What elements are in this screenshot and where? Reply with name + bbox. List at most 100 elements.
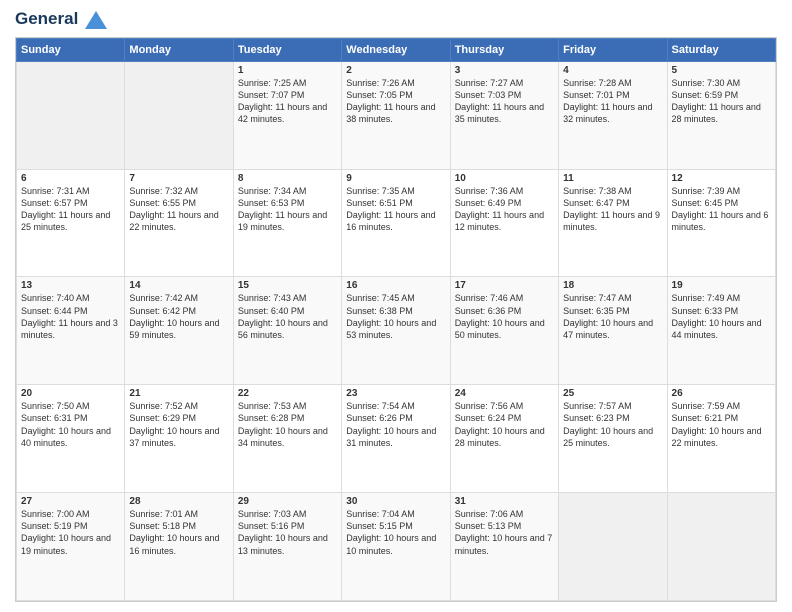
cell-content: Sunrise: 7:46 AMSunset: 6:36 PMDaylight:… xyxy=(455,292,554,341)
cell-content: Sunrise: 7:04 AMSunset: 5:15 PMDaylight:… xyxy=(346,508,445,557)
day-number: 17 xyxy=(455,280,554,291)
calendar-cell: 29Sunrise: 7:03 AMSunset: 5:16 PMDayligh… xyxy=(233,493,341,601)
cell-content: Sunrise: 7:49 AMSunset: 6:33 PMDaylight:… xyxy=(672,292,771,341)
calendar-cell: 10Sunrise: 7:36 AMSunset: 6:49 PMDayligh… xyxy=(450,169,558,277)
cell-content: Sunrise: 7:53 AMSunset: 6:28 PMDaylight:… xyxy=(238,400,337,449)
cell-content: Sunrise: 7:59 AMSunset: 6:21 PMDaylight:… xyxy=(672,400,771,449)
logo: General xyxy=(15,10,107,29)
calendar-cell: 26Sunrise: 7:59 AMSunset: 6:21 PMDayligh… xyxy=(667,385,775,493)
day-number: 2 xyxy=(346,65,445,76)
calendar-cell xyxy=(125,61,233,169)
cell-content: Sunrise: 7:50 AMSunset: 6:31 PMDaylight:… xyxy=(21,400,120,449)
day-number: 20 xyxy=(21,388,120,399)
calendar-cell: 24Sunrise: 7:56 AMSunset: 6:24 PMDayligh… xyxy=(450,385,558,493)
cell-content: Sunrise: 7:56 AMSunset: 6:24 PMDaylight:… xyxy=(455,400,554,449)
calendar-week-row: 13Sunrise: 7:40 AMSunset: 6:44 PMDayligh… xyxy=(17,277,776,385)
day-number: 10 xyxy=(455,173,554,184)
day-number: 30 xyxy=(346,496,445,507)
cell-content: Sunrise: 7:39 AMSunset: 6:45 PMDaylight:… xyxy=(672,185,771,234)
day-number: 28 xyxy=(129,496,228,507)
day-number: 12 xyxy=(672,173,771,184)
calendar-cell: 3Sunrise: 7:27 AMSunset: 7:03 PMDaylight… xyxy=(450,61,558,169)
calendar-cell: 19Sunrise: 7:49 AMSunset: 6:33 PMDayligh… xyxy=(667,277,775,385)
calendar-cell: 28Sunrise: 7:01 AMSunset: 5:18 PMDayligh… xyxy=(125,493,233,601)
cell-content: Sunrise: 7:27 AMSunset: 7:03 PMDaylight:… xyxy=(455,77,554,126)
col-thursday: Thursday xyxy=(450,38,558,61)
day-number: 9 xyxy=(346,173,445,184)
day-number: 29 xyxy=(238,496,337,507)
calendar-cell: 22Sunrise: 7:53 AMSunset: 6:28 PMDayligh… xyxy=(233,385,341,493)
day-number: 22 xyxy=(238,388,337,399)
calendar-cell: 11Sunrise: 7:38 AMSunset: 6:47 PMDayligh… xyxy=(559,169,667,277)
calendar-cell: 9Sunrise: 7:35 AMSunset: 6:51 PMDaylight… xyxy=(342,169,450,277)
cell-content: Sunrise: 7:38 AMSunset: 6:47 PMDaylight:… xyxy=(563,185,662,234)
cell-content: Sunrise: 7:54 AMSunset: 6:26 PMDaylight:… xyxy=(346,400,445,449)
day-number: 14 xyxy=(129,280,228,291)
calendar-cell: 7Sunrise: 7:32 AMSunset: 6:55 PMDaylight… xyxy=(125,169,233,277)
calendar-week-row: 1Sunrise: 7:25 AMSunset: 7:07 PMDaylight… xyxy=(17,61,776,169)
header: General xyxy=(15,10,777,29)
logo-general: General xyxy=(15,10,107,29)
cell-content: Sunrise: 7:31 AMSunset: 6:57 PMDaylight:… xyxy=(21,185,120,234)
cell-content: Sunrise: 7:00 AMSunset: 5:19 PMDaylight:… xyxy=(21,508,120,557)
day-number: 19 xyxy=(672,280,771,291)
calendar-cell xyxy=(17,61,125,169)
cell-content: Sunrise: 7:30 AMSunset: 6:59 PMDaylight:… xyxy=(672,77,771,126)
calendar-cell: 1Sunrise: 7:25 AMSunset: 7:07 PMDaylight… xyxy=(233,61,341,169)
col-saturday: Saturday xyxy=(667,38,775,61)
calendar-cell xyxy=(559,493,667,601)
day-number: 21 xyxy=(129,388,228,399)
calendar-cell: 25Sunrise: 7:57 AMSunset: 6:23 PMDayligh… xyxy=(559,385,667,493)
calendar-table: Sunday Monday Tuesday Wednesday Thursday… xyxy=(16,38,776,601)
cell-content: Sunrise: 7:47 AMSunset: 6:35 PMDaylight:… xyxy=(563,292,662,341)
calendar-cell: 31Sunrise: 7:06 AMSunset: 5:13 PMDayligh… xyxy=(450,493,558,601)
cell-content: Sunrise: 7:01 AMSunset: 5:18 PMDaylight:… xyxy=(129,508,228,557)
calendar-cell: 23Sunrise: 7:54 AMSunset: 6:26 PMDayligh… xyxy=(342,385,450,493)
day-number: 23 xyxy=(346,388,445,399)
calendar-page: General Sunday Monday Tuesday xyxy=(0,0,792,612)
cell-content: Sunrise: 7:52 AMSunset: 6:29 PMDaylight:… xyxy=(129,400,228,449)
cell-content: Sunrise: 7:25 AMSunset: 7:07 PMDaylight:… xyxy=(238,77,337,126)
calendar-cell: 15Sunrise: 7:43 AMSunset: 6:40 PMDayligh… xyxy=(233,277,341,385)
col-wednesday: Wednesday xyxy=(342,38,450,61)
day-number: 6 xyxy=(21,173,120,184)
logo-icon xyxy=(85,11,107,29)
calendar: Sunday Monday Tuesday Wednesday Thursday… xyxy=(15,37,777,602)
day-number: 11 xyxy=(563,173,662,184)
day-number: 7 xyxy=(129,173,228,184)
day-number: 16 xyxy=(346,280,445,291)
calendar-cell: 30Sunrise: 7:04 AMSunset: 5:15 PMDayligh… xyxy=(342,493,450,601)
calendar-week-row: 27Sunrise: 7:00 AMSunset: 5:19 PMDayligh… xyxy=(17,493,776,601)
calendar-cell: 12Sunrise: 7:39 AMSunset: 6:45 PMDayligh… xyxy=(667,169,775,277)
calendar-cell: 27Sunrise: 7:00 AMSunset: 5:19 PMDayligh… xyxy=(17,493,125,601)
cell-content: Sunrise: 7:43 AMSunset: 6:40 PMDaylight:… xyxy=(238,292,337,341)
calendar-cell: 2Sunrise: 7:26 AMSunset: 7:05 PMDaylight… xyxy=(342,61,450,169)
day-number: 13 xyxy=(21,280,120,291)
day-number: 15 xyxy=(238,280,337,291)
cell-content: Sunrise: 7:06 AMSunset: 5:13 PMDaylight:… xyxy=(455,508,554,557)
calendar-cell: 18Sunrise: 7:47 AMSunset: 6:35 PMDayligh… xyxy=(559,277,667,385)
day-number: 3 xyxy=(455,65,554,76)
calendar-cell: 21Sunrise: 7:52 AMSunset: 6:29 PMDayligh… xyxy=(125,385,233,493)
day-number: 27 xyxy=(21,496,120,507)
day-number: 4 xyxy=(563,65,662,76)
cell-content: Sunrise: 7:45 AMSunset: 6:38 PMDaylight:… xyxy=(346,292,445,341)
day-number: 26 xyxy=(672,388,771,399)
calendar-cell: 17Sunrise: 7:46 AMSunset: 6:36 PMDayligh… xyxy=(450,277,558,385)
cell-content: Sunrise: 7:57 AMSunset: 6:23 PMDaylight:… xyxy=(563,400,662,449)
col-sunday: Sunday xyxy=(17,38,125,61)
day-number: 1 xyxy=(238,65,337,76)
cell-content: Sunrise: 7:35 AMSunset: 6:51 PMDaylight:… xyxy=(346,185,445,234)
calendar-header-row: Sunday Monday Tuesday Wednesday Thursday… xyxy=(17,38,776,61)
cell-content: Sunrise: 7:36 AMSunset: 6:49 PMDaylight:… xyxy=(455,185,554,234)
cell-content: Sunrise: 7:28 AMSunset: 7:01 PMDaylight:… xyxy=(563,77,662,126)
day-number: 31 xyxy=(455,496,554,507)
calendar-week-row: 20Sunrise: 7:50 AMSunset: 6:31 PMDayligh… xyxy=(17,385,776,493)
col-monday: Monday xyxy=(125,38,233,61)
calendar-cell: 16Sunrise: 7:45 AMSunset: 6:38 PMDayligh… xyxy=(342,277,450,385)
calendar-cell: 6Sunrise: 7:31 AMSunset: 6:57 PMDaylight… xyxy=(17,169,125,277)
cell-content: Sunrise: 7:03 AMSunset: 5:16 PMDaylight:… xyxy=(238,508,337,557)
day-number: 25 xyxy=(563,388,662,399)
day-number: 8 xyxy=(238,173,337,184)
calendar-cell: 5Sunrise: 7:30 AMSunset: 6:59 PMDaylight… xyxy=(667,61,775,169)
